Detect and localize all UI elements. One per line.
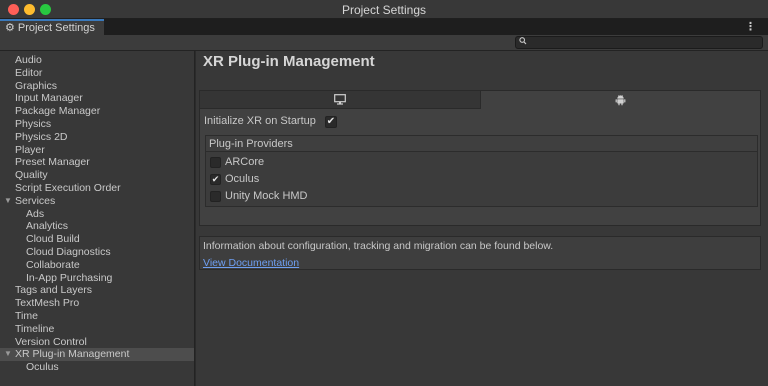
sidebar-item-label: Audio — [15, 54, 42, 66]
sidebar-item-preset-manager[interactable]: Preset Manager — [0, 156, 194, 169]
sidebar-item-cloud-build[interactable]: Cloud Build — [0, 233, 194, 246]
settings-sidebar: Audio Editor Graphics Input Manager Package … — [0, 51, 195, 386]
tab-standalone[interactable] — [200, 91, 480, 109]
sidebar-item-physics-2d[interactable]: Physics 2D — [0, 131, 194, 144]
sidebar-item-label: Physics 2D — [15, 130, 68, 143]
tab-android[interactable] — [479, 91, 760, 109]
info-text: Information about configuration, trackin… — [203, 240, 554, 252]
sidebar-item-label: Services — [15, 194, 56, 207]
sidebar-item-label: Input Manager — [15, 92, 83, 105]
sidebar-item-label: Version Control — [15, 335, 87, 348]
initialize-xr-label: Initialize XR on Startup — [204, 115, 316, 127]
sidebar-item-label: Oculus — [26, 361, 59, 374]
provider-unity-mock-hmd-label: Unity Mock HMD — [225, 190, 308, 202]
initialize-xr-row: Initialize XR on Startup — [204, 115, 316, 127]
sidebar-item-label: Timeline — [15, 322, 55, 335]
sidebar-item-xr-plug-in-management[interactable]: ▼ XR Plug-in Management — [0, 348, 194, 362]
tab-label: Project Settings — [17, 22, 95, 34]
sidebar-item-in-app-purchasing[interactable]: In-App Purchasing — [0, 272, 194, 285]
plugin-providers-header: Plug-in Providers — [206, 136, 757, 152]
platform-settings-panel: Initialize XR on Startup ✔ Plug-in Provi… — [199, 90, 761, 226]
sidebar-item-label: Editor — [15, 66, 43, 79]
sidebar-item-ads[interactable]: Ads — [0, 208, 194, 221]
sidebar-item-textmesh-pro[interactable]: TextMesh Pro — [0, 297, 194, 310]
sidebar-item-script-execution-order[interactable]: Script Execution Order — [0, 182, 194, 195]
desktop-monitor-icon — [333, 94, 346, 105]
editor-tab-bar: ⚙ Project Settings ⋮ — [0, 19, 768, 35]
provider-oculus[interactable]: ✔ Oculus — [210, 173, 259, 185]
sidebar-item-tags-and-layers[interactable]: Tags and Layers — [0, 284, 194, 297]
sidebar-item-version-control[interactable]: Version Control — [0, 336, 194, 349]
search-icon — [519, 36, 527, 46]
view-documentation-link[interactable]: View Documentation — [203, 257, 299, 269]
search-field[interactable] — [515, 36, 763, 49]
sidebar-item-label: Collaborate — [26, 258, 80, 271]
sidebar-item-label: Ads — [26, 207, 45, 220]
sidebar-item-timeline[interactable]: Timeline — [0, 323, 194, 336]
sidebar-item-graphics[interactable]: Graphics — [0, 80, 194, 93]
expand-caret-icon[interactable]: ▼ — [4, 348, 12, 361]
page-title: XR Plug-in Management — [203, 53, 375, 70]
window-title: Project Settings — [341, 3, 427, 17]
sidebar-item-label: Cloud Build — [26, 233, 80, 246]
search-input[interactable] — [528, 37, 758, 48]
sidebar-item-package-manager[interactable]: Package Manager — [0, 105, 194, 118]
sidebar-item-input-manager[interactable]: Input Manager — [0, 92, 194, 105]
platform-tabs — [200, 91, 760, 109]
sidebar-item-label: Graphics — [15, 79, 58, 92]
provider-arcore[interactable]: ARCore — [210, 156, 264, 168]
android-icon — [615, 94, 626, 106]
sidebar-item-label: Quality — [15, 169, 48, 182]
sidebar-item-label: Cloud Diagnostics — [26, 245, 111, 258]
search-toolbar — [0, 35, 768, 51]
sidebar-item-label: Script Execution Order — [15, 181, 121, 194]
sidebar-item-label: TextMesh Pro — [15, 297, 80, 310]
provider-arcore-label: ARCore — [225, 156, 265, 168]
provider-arcore-checkbox[interactable] — [210, 156, 221, 168]
sidebar-item-analytics[interactable]: Analytics — [0, 220, 194, 233]
sidebar-item-audio[interactable]: Audio — [0, 54, 194, 67]
sidebar-item-label: Preset Manager — [15, 156, 90, 169]
sidebar-item-label: Player — [15, 143, 45, 156]
plugin-providers-panel: Plug-in Providers ARCore ✔ Oculus Unity … — [205, 135, 758, 207]
sidebar-item-label: Tags and Layers — [15, 284, 93, 297]
provider-unity-mock-hmd[interactable]: Unity Mock HMD — [210, 190, 308, 202]
sidebar-item-editor[interactable]: Editor — [0, 67, 194, 80]
settings-content: XR Plug-in Management Initialize XR on S… — [196, 51, 768, 386]
sidebar-item-cloud-diagnostics[interactable]: Cloud Diagnostics — [0, 246, 194, 259]
initialize-xr-checkbox[interactable]: ✔ — [325, 116, 337, 128]
sidebar-item-physics[interactable]: Physics — [0, 118, 194, 131]
sidebar-item-label: Physics — [15, 117, 52, 130]
provider-unity-mock-hmd-checkbox[interactable] — [210, 190, 221, 202]
sidebar-item-oculus[interactable]: Oculus — [0, 361, 194, 374]
info-panel: Information about configuration, trackin… — [199, 236, 761, 270]
sidebar-item-label: Package Manager — [15, 105, 101, 118]
provider-oculus-checkbox[interactable]: ✔ — [210, 173, 221, 185]
provider-oculus-label: Oculus — [225, 173, 260, 185]
sidebar-item-quality[interactable]: Quality — [0, 169, 194, 182]
sidebar-item-collaborate[interactable]: Collaborate — [0, 259, 194, 272]
sidebar-item-label: XR Plug-in Management — [15, 348, 130, 361]
sidebar-item-services[interactable]: ▼ Services — [0, 195, 194, 208]
window-titlebar: Project Settings — [0, 0, 768, 19]
sidebar-item-label: Time — [15, 309, 38, 322]
more-options-icon[interactable]: ⋮ — [745, 20, 756, 33]
expand-caret-icon[interactable]: ▼ — [4, 195, 12, 208]
tab-project-settings[interactable]: ⚙ Project Settings — [0, 19, 104, 35]
sidebar-item-time[interactable]: Time — [0, 310, 194, 323]
gear-icon: ⚙ — [5, 21, 15, 34]
sidebar-item-label: In-App Purchasing — [26, 271, 113, 284]
sidebar-item-label: Analytics — [26, 220, 69, 233]
sidebar-item-player[interactable]: Player — [0, 144, 194, 157]
